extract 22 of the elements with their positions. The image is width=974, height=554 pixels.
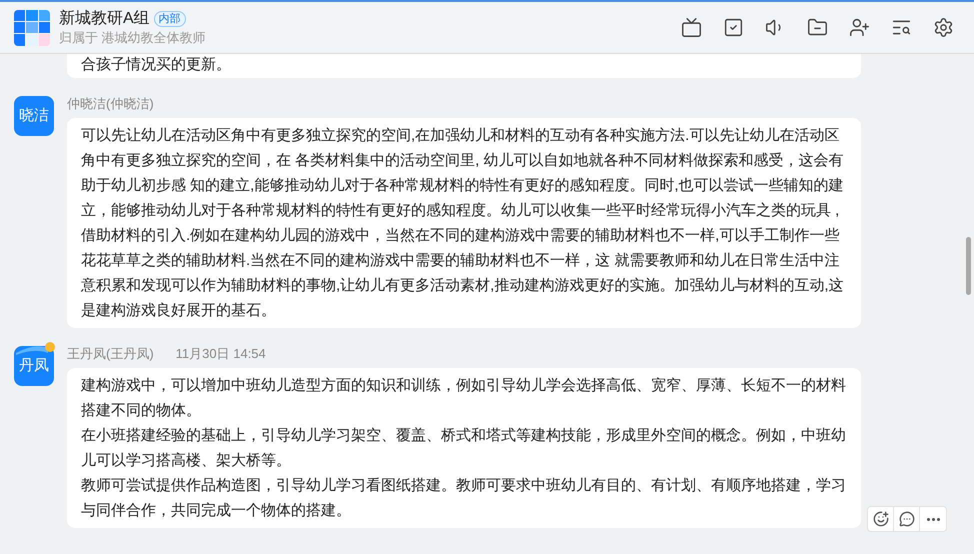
message-text: 合孩子情况买的更新。 <box>81 55 232 75</box>
message-text: 在小班搭建经验的基础上，引导幼儿学习架空、覆盖、桥式和塔式等建构技能，形成里外空间的概念。例如，中班幼儿可以学习搭高楼、架大桥等。 <box>81 426 847 471</box>
message-text: 建构游戏中，可以增加中班幼儿造型方面的知识和训练，例如引导幼儿学会选择高低、宽窄、厚薄、长短不一的材料搭建不同的物体。 <box>81 376 847 421</box>
message-text: 可以先让幼儿在活动区角中有更多独立探究的空间,在加强幼儿和材料的互动有各种实施方法.可以先让幼儿在活动区角中有更多独立探究的空间，在 各类材料集中的活动空间里, 幼儿可以自如地就各种不同材料做探索和感受，这会有助于幼儿初步感 知的建立,能够推动幼儿对于各种常规材料的特性有更好的感知程度。同时,也可以尝试一些辅知的建立，能够推动幼儿对于各种常规材料的特性有更好的感知程度。幼儿可以收集一些平时经常玩得小汽车之类的玩具 ,借助材料的引入.例如在建构幼儿园的游戏中，当然在不同的建构游戏中需要的辅助材料也不一样,可以手工制作一些花花草草之类的辅助材料.当然在不同的建构游戏中需要的辅助材料也不一样，这 就需要教师和幼儿在日常生活中注意积累和发现可以作为辅助材料的事物,让幼儿有更多活动素材,推动建构游戏更好的实施。加强幼儿与材料的互动,这是建构游戏良好展开的基石。 <box>81 126 845 321</box>
sender-name: 王丹凤(王丹凤) <box>67 345 154 363</box>
scrollbar-thumb[interactable] <box>966 237 971 295</box>
speech-bubble-icon <box>898 511 914 527</box>
add-member-icon[interactable] <box>848 16 870 38</box>
more-icon <box>926 518 940 520</box>
message-text: 教师可尝试提供作品构造图，引导幼儿学习看图纸搭建。教师可要求中班幼儿有目的、有计划、有顺序地搭建，学习与同伴合作，共同完成一个物体的搭建。 <box>81 476 847 521</box>
settings-icon[interactable] <box>932 16 954 38</box>
group-title: 新城教研A组 <box>59 8 150 28</box>
user-avatar[interactable]: 晓洁 <box>14 96 54 136</box>
task-check-icon[interactable] <box>722 16 744 38</box>
sender-name: 仲晓洁(仲晓洁) <box>67 95 154 113</box>
add-emoji-icon <box>872 511 888 527</box>
internal-tag: 内部 <box>154 10 186 26</box>
video-icon[interactable] <box>680 16 702 38</box>
group-subtitle: 归属于 港城幼教全体教师 <box>59 28 206 46</box>
message-time: 11月30日 14:54 <box>176 345 266 363</box>
user-avatar[interactable]: 丹凤 <box>14 346 54 386</box>
group-logo-icon <box>14 10 50 46</box>
